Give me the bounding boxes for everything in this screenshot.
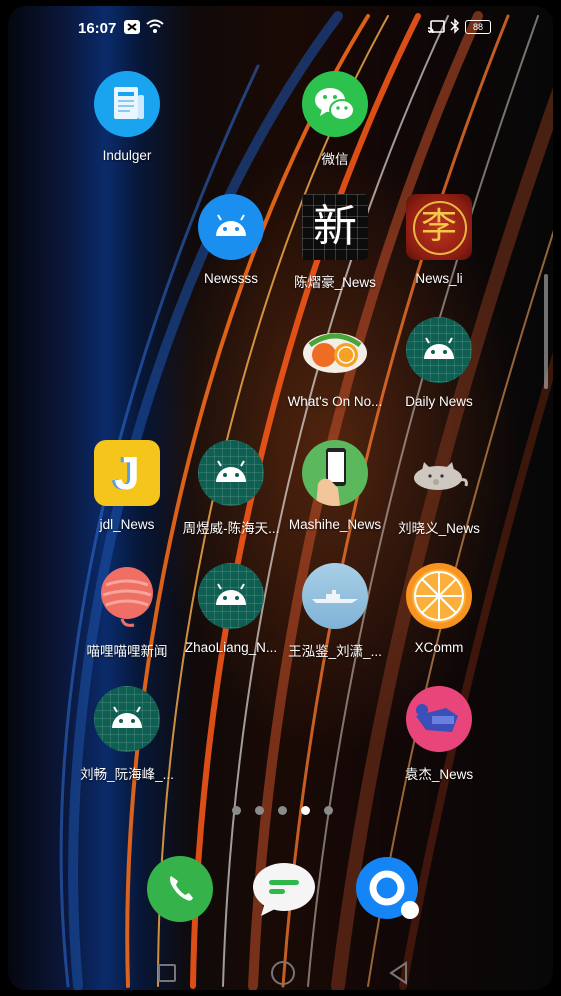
app-wechat[interactable]: 微信 (279, 71, 391, 168)
page-dot-active[interactable] (301, 806, 310, 815)
news-reader-icon (94, 71, 160, 137)
app-daily-news[interactable]: Daily News (383, 317, 495, 409)
android-icon (94, 686, 160, 752)
app-mashihe[interactable]: Mashihe_News (279, 440, 391, 532)
xin-glyph: 新 (313, 201, 357, 252)
android-icon (198, 563, 264, 629)
app-label: ZhaoLiang_N... (184, 640, 278, 655)
ship-icon (302, 563, 368, 629)
wifi-icon (146, 19, 164, 33)
j-glyph: J (114, 447, 140, 499)
person-fly-icon (406, 686, 472, 752)
battery-icon: 88 (465, 20, 491, 34)
status-time: 16:07 (78, 20, 117, 37)
page-dot[interactable] (255, 806, 264, 815)
scroll-indicator[interactable] (544, 274, 548, 389)
app-label: Newssss (203, 271, 258, 286)
app-label: News_li (415, 271, 463, 286)
orange-slice-icon (406, 563, 472, 629)
app-chen-news[interactable]: 新 陈熠豪_News (279, 194, 391, 291)
home-screen: 16:07 88 Indulger 微信 Newssss 新 陈熠豪_News … (8, 6, 553, 990)
search-ring-icon (356, 857, 419, 919)
app-label: 喵哩喵哩新闻 (86, 644, 168, 659)
android-icon (406, 317, 472, 383)
app-newssss[interactable]: Newssss (175, 194, 287, 286)
app-label: Indulger (102, 148, 152, 163)
app-zhou[interactable]: 周煜威-陈海天... (175, 440, 287, 537)
notification-icon (124, 20, 140, 34)
bluetooth-icon (450, 18, 460, 34)
home-circle-icon[interactable] (271, 961, 295, 985)
app-label: 王泓鉴_刘潇_... (288, 644, 382, 659)
page-dot[interactable] (278, 806, 287, 815)
app-label: 周煜威-陈海天... (182, 521, 280, 536)
li-seal-icon: 李 (406, 194, 472, 260)
app-wang[interactable]: 王泓鉴_刘潇_... (279, 563, 391, 660)
message-bubble-icon (253, 863, 315, 916)
app-yuanjie[interactable]: 袁杰_News (383, 686, 495, 783)
app-indulger[interactable]: Indulger (71, 71, 183, 163)
app-zhaoliang[interactable]: ZhaoLiang_N... (175, 563, 287, 655)
dock-messages[interactable] (251, 856, 317, 922)
app-label: 刘畅_阮海峰_... (80, 767, 174, 782)
app-news-li[interactable]: 李 News_li (383, 194, 495, 286)
app-label: XComm (414, 640, 464, 655)
yarn-ball-icon (94, 563, 160, 629)
app-label: 陈熠豪_News (294, 275, 376, 290)
dock-phone[interactable] (147, 856, 213, 922)
li-glyph: 李 (420, 206, 457, 247)
app-label: 刘晓义_News (398, 521, 480, 536)
xin-character-icon: 新 (302, 194, 368, 260)
app-label: 微信 (321, 152, 349, 167)
app-jdl-news[interactable]: J jdl_News (71, 440, 183, 532)
android-icon (198, 194, 264, 260)
cast-icon (428, 20, 445, 34)
app-label: Mashihe_News (288, 517, 382, 532)
android-icon (198, 440, 264, 506)
app-label: What's On No... (287, 394, 383, 409)
battery-level: 88 (472, 22, 483, 32)
cat-icon (406, 440, 472, 506)
phone-icon (170, 876, 193, 901)
page-dot[interactable] (324, 806, 333, 815)
app-whats-on[interactable]: What's On No... (279, 317, 391, 409)
wechat-icon (302, 71, 368, 137)
back-triangle-icon[interactable] (388, 961, 410, 985)
app-label: jdl_News (99, 517, 155, 532)
page-dot[interactable] (232, 806, 241, 815)
status-bar: 16:07 88 (8, 6, 553, 52)
app-label: Daily News (405, 394, 473, 409)
app-liu-xiaoyi[interactable]: 刘晓义_News (383, 440, 495, 537)
recents-square-icon[interactable] (158, 964, 176, 982)
food-bowl-icon (302, 317, 368, 383)
app-liu-chang[interactable]: 刘畅_阮海峰_... (71, 686, 183, 783)
app-miaoli[interactable]: 喵哩喵哩新闻 (71, 563, 183, 660)
dock-search[interactable] (355, 856, 421, 922)
app-xcomm[interactable]: XComm (383, 563, 495, 655)
app-label: 袁杰_News (404, 767, 474, 782)
letter-j-icon: J (94, 440, 160, 506)
phone-in-hand-icon (302, 440, 368, 506)
